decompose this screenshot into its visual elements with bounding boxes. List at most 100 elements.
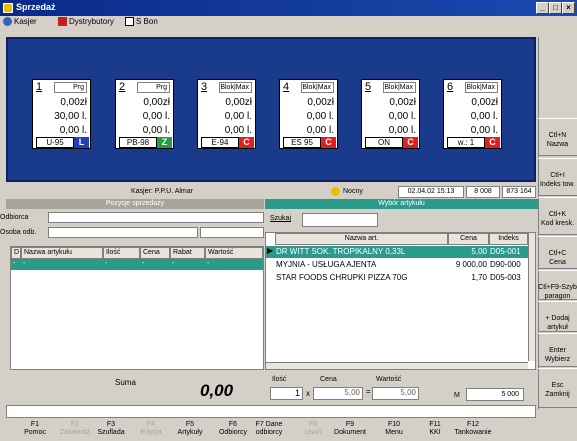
menu-dystrybutory[interactable]: Dystrybutory: [58, 17, 114, 27]
osoba-field[interactable]: [48, 227, 198, 238]
side-button-0[interactable]: Ctl+N Nazwa: [538, 118, 577, 156]
menu-kasjer[interactable]: Kasjer: [3, 17, 37, 27]
article-name: DR WITT SOK. TROPIKALNY 0,33L: [276, 247, 406, 256]
fkey-7[interactable]: F7 Dane odbiorcy: [246, 421, 292, 437]
menu-dystrybutory-label: Dystrybutory: [69, 17, 114, 26]
pump-card-1[interactable]: 1 Prg 0,00zł 30,00 l. 0,00 l. U-95 L: [32, 79, 91, 149]
side-button-2[interactable]: Ctl+K Kod kresk.: [538, 197, 577, 235]
table-row[interactable]: MYJNIA - USŁUGA AJENTA 9 000,00 D90-000: [266, 259, 528, 271]
table-row[interactable]: STAR FOODS CHRUPKI PIZZA 70G 1,70 D05-003: [266, 272, 528, 284]
menu-bon[interactable]: S Bon: [125, 17, 158, 27]
ilosc-label: Ilość: [272, 376, 287, 383]
side-button-label: artykuł: [547, 324, 568, 331]
receipt-icon: [125, 17, 134, 27]
side-button-6[interactable]: Enter Wybierz: [538, 333, 577, 367]
fkey-key: F10: [387, 421, 401, 428]
times-sign: x: [306, 389, 310, 398]
sales-col-header[interactable]: Ilość: [103, 247, 140, 259]
pump-amount: 0,00zł: [389, 97, 416, 108]
pump-number: 2: [119, 81, 126, 93]
pump-number: 1: [36, 81, 43, 93]
pump-amount: 0,00zł: [60, 97, 87, 108]
pump-card-3[interactable]: 3 Blok|Max 0,00zł 0,00 l. 0,00 l. E-94 C: [197, 79, 256, 149]
sales-col-header[interactable]: Wartość: [205, 247, 263, 259]
pump-mode: Prg: [54, 82, 87, 93]
osoba-label: Osoba odb.: [0, 229, 37, 236]
fkey-12[interactable]: F12 Tankowanie: [450, 421, 496, 437]
pump-card-5[interactable]: 5 Blok|Max 0,00zł 0,00 l. 0,00 l. ON C: [361, 79, 420, 149]
article-index: D05-003: [490, 273, 521, 282]
sales-cell: -: [105, 260, 108, 267]
menu-kasjer-label: Kasjer: [14, 17, 37, 26]
menu-bar: Kasjer Dystrybutory S Bon: [0, 16, 577, 30]
pump-fuel: w.: 1: [447, 137, 485, 148]
fkey-key: F9: [345, 421, 355, 428]
pump-fuel: ON: [365, 137, 403, 148]
fkey-label: Tankowanie: [454, 429, 492, 436]
article-index: D05-001: [490, 247, 521, 256]
odbiorca-field[interactable]: [48, 212, 264, 223]
cena-input[interactable]: 5,00: [313, 387, 363, 400]
pump-fuel: E-94: [201, 137, 239, 148]
side-button-label: Zamknij: [545, 391, 570, 398]
side-button-5[interactable]: + Dodaj artykuł: [538, 301, 577, 332]
osoba-extra-field[interactable]: [200, 227, 264, 238]
moon-icon: [331, 187, 340, 196]
pump-number: 5: [365, 81, 372, 93]
side-button-1[interactable]: Ctl+I Indeks tow.: [538, 158, 577, 196]
pump-fuel: U-95: [36, 137, 74, 148]
side-button-key: Ctl+K: [548, 211, 567, 218]
sales-col-header[interactable]: Rabat: [170, 247, 205, 259]
sales-col-header[interactable]: D: [11, 247, 21, 259]
pump-liters-2: 0,00 l.: [306, 125, 334, 136]
minimize-button[interactable]: _: [536, 2, 549, 14]
side-button-4[interactable]: Ctl+F9-Szyb paragon: [538, 270, 577, 300]
pump-number: 3: [201, 81, 208, 93]
fkey-5[interactable]: F5 Artykuły: [167, 421, 213, 437]
sales-col-header[interactable]: Cena: [140, 247, 170, 259]
article-price: 9 000,00: [455, 260, 487, 269]
article-index: D90-000: [490, 260, 521, 269]
sales-cell: -: [207, 260, 210, 267]
fkey-key: F7 Dane: [255, 421, 283, 428]
maximize-button[interactable]: □: [549, 2, 562, 14]
shift-label: Nocny: [343, 188, 363, 195]
sales-cell: -: [23, 260, 26, 267]
fkey-9[interactable]: F9 Dokument: [327, 421, 373, 437]
article-col-header[interactable]: Cena: [448, 233, 489, 245]
fkey-label: Dokument: [334, 429, 366, 436]
fkey-label: odbiorcy: [255, 429, 283, 436]
datetime-field: 02.04.02 15:13: [398, 186, 464, 198]
table-row[interactable]: ▶ DR WITT SOK. TROPIKALNY 0,33L 5,00 D05-00…: [266, 246, 528, 258]
vertical-scrollbar[interactable]: [528, 233, 535, 361]
m-value: 5 000: [466, 388, 524, 401]
side-button-key: Enter: [549, 347, 566, 354]
pump-fuel: ES 95: [283, 137, 321, 148]
side-button-key: + Dodaj: [545, 315, 570, 322]
pump-liters: 0,00 l.: [470, 111, 498, 122]
pump-card-2[interactable]: 2 Prg 0,00zł 0,00 l. 0,00 l. PB-98 Z: [115, 79, 174, 149]
pump-mode: Blok|Max: [219, 82, 252, 93]
pump-status-badge: Z: [157, 137, 172, 148]
search-input[interactable]: [302, 213, 378, 227]
pump-liters-2: 0,00 l.: [59, 125, 87, 136]
side-button-7[interactable]: Esc Zamknij: [538, 368, 577, 408]
table-row[interactable]: [11, 259, 263, 270]
pump-card-4[interactable]: 4 Blok|Max 0,00zł 0,00 l. 0,00 l. ES 95 C: [279, 79, 338, 149]
search-label: Szukaj: [270, 215, 292, 222]
fkey-key: F12: [466, 421, 480, 428]
fkey-10[interactable]: F10 Menu: [371, 421, 417, 437]
sales-items-header: Pozycje sprzedaży: [6, 199, 264, 209]
pump-card-6[interactable]: 6 Blok|Max 0,00zł 0,00 l. 0,00 l. w.: 1C: [443, 79, 502, 149]
sales-col-header[interactable]: Nazwa artykułu: [21, 247, 103, 259]
ilosc-input[interactable]: 1: [270, 387, 303, 400]
close-button[interactable]: ×: [562, 2, 575, 14]
article-col-header[interactable]: Indeks: [489, 233, 528, 245]
sum-value: 0,00: [200, 381, 234, 400]
article-col-header[interactable]: Nazwa art.: [275, 233, 448, 245]
side-button-3[interactable]: Ctl+C Cena: [538, 236, 577, 269]
pump-status-badge: C: [485, 137, 500, 148]
side-button-label: Indeks tow.: [539, 181, 576, 188]
horizontal-scrollbar[interactable]: [266, 362, 528, 369]
counter1-field: 8 008: [466, 186, 500, 198]
